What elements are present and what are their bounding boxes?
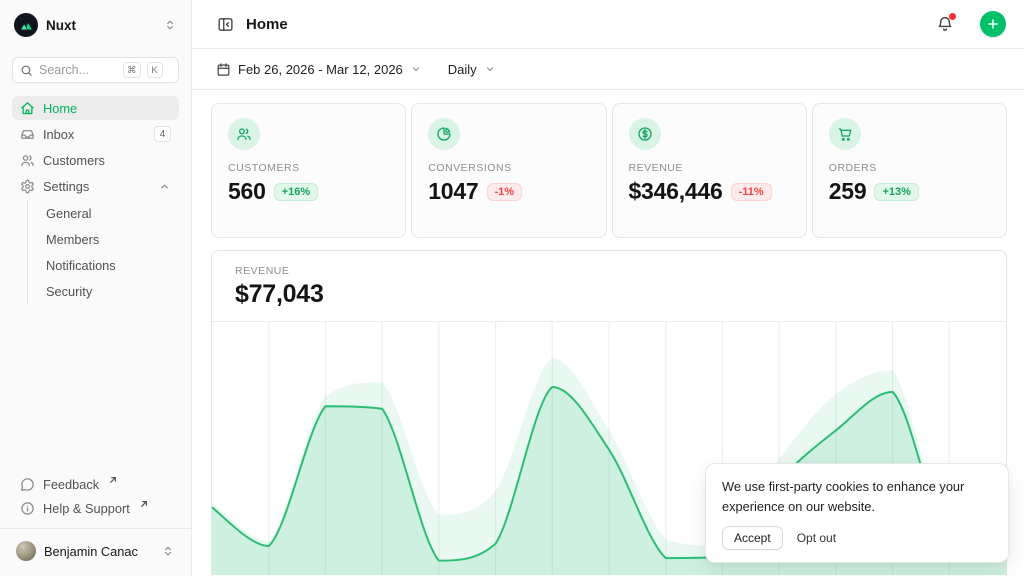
kbd-k: K xyxy=(147,62,163,78)
workspace-switcher[interactable]: Nuxt xyxy=(12,12,179,38)
sidebar-item-customers[interactable]: Customers xyxy=(12,148,179,172)
pie-chart-icon xyxy=(428,118,460,150)
calendar-icon xyxy=(216,62,231,77)
kbd-cmd: ⌘ xyxy=(123,62,141,78)
info-circle-icon xyxy=(20,501,35,516)
dollar-circle-icon xyxy=(629,118,661,150)
nuxt-logo-icon xyxy=(14,13,38,37)
chevrons-up-down-icon xyxy=(161,544,175,558)
granularity-select[interactable]: Daily xyxy=(448,62,496,77)
shopping-cart-icon xyxy=(829,118,861,150)
stat-label: CONVERSIONS xyxy=(428,162,589,174)
stat-card-revenue[interactable]: REVENUE $346,446 -11% xyxy=(612,103,807,238)
chevron-down-icon xyxy=(410,63,422,75)
add-button[interactable] xyxy=(980,11,1006,37)
stat-delta-badge: +13% xyxy=(874,183,918,201)
plus-icon xyxy=(986,17,1000,31)
stat-value: 1047 xyxy=(428,178,478,205)
chevrons-up-down-icon xyxy=(163,18,177,32)
external-link-icon xyxy=(109,476,117,484)
sidebar-item-settings[interactable]: Settings xyxy=(12,174,179,198)
sidebar-divider xyxy=(0,528,191,529)
chart-value: $77,043 xyxy=(235,280,983,309)
sidebar-item-inbox[interactable]: Inbox 4 xyxy=(12,122,179,146)
gear-icon xyxy=(20,179,35,194)
chat-bubble-icon xyxy=(20,477,35,492)
stat-label: REVENUE xyxy=(629,162,790,174)
stat-card-conversions[interactable]: CONVERSIONS 1047 -1% xyxy=(411,103,606,238)
sidebar-nav: Home Inbox 4 Customers Settings xyxy=(12,96,179,304)
chart-label: REVENUE xyxy=(235,265,983,277)
inbox-count-badge: 4 xyxy=(154,126,171,142)
stat-card-orders[interactable]: ORDERS 259 +13% xyxy=(812,103,1007,238)
sidebar-item-security[interactable]: Security xyxy=(38,278,179,304)
date-range-value: Feb 26, 2026 - Mar 12, 2026 xyxy=(238,62,403,77)
page-header: Home xyxy=(192,0,1024,49)
cookie-message: We use first-party cookies to enhance yo… xyxy=(722,477,992,517)
sidebar-item-general[interactable]: General xyxy=(38,200,179,226)
sidebar-item-notifications[interactable]: Notifications xyxy=(38,252,179,278)
stat-label: CUSTOMERS xyxy=(228,162,389,174)
page-title: Home xyxy=(246,16,924,33)
stat-delta-badge: +16% xyxy=(274,183,318,201)
stat-value: 259 xyxy=(829,178,867,205)
stat-delta-badge: -11% xyxy=(731,183,772,201)
stat-label: ORDERS xyxy=(829,162,990,174)
panel-left-close-icon xyxy=(217,16,234,33)
users-icon xyxy=(228,118,260,150)
optout-cookies-button[interactable]: Opt out xyxy=(795,527,838,549)
sidebar-footer: Feedback Help & Support Benjamin Canac xyxy=(12,472,179,576)
user-menu[interactable]: Benjamin Canac xyxy=(12,531,179,571)
sidebar-item-home[interactable]: Home xyxy=(12,96,179,120)
cookie-consent-banner: We use first-party cookies to enhance yo… xyxy=(705,463,1009,563)
notifications-button[interactable] xyxy=(936,15,954,33)
external-link-icon xyxy=(140,500,148,508)
sidebar: Nuxt ⌘ K Home Inb xyxy=(0,0,192,576)
settings-subnav: General Members Notifications Security xyxy=(27,200,179,304)
stat-value: 560 xyxy=(228,178,266,205)
stat-value: $346,446 xyxy=(629,178,723,205)
chevron-down-icon xyxy=(484,63,496,75)
sidebar-item-help-support[interactable]: Help & Support xyxy=(12,496,179,520)
search-input[interactable] xyxy=(39,63,117,77)
sidebar-item-members[interactable]: Members xyxy=(38,226,179,252)
home-icon xyxy=(20,101,35,116)
workspace-name: Nuxt xyxy=(46,18,155,33)
filters-toolbar: Feb 26, 2026 - Mar 12, 2026 Daily xyxy=(192,49,1024,90)
stat-delta-badge: -1% xyxy=(487,183,523,201)
sidebar-item-feedback[interactable]: Feedback xyxy=(12,472,179,496)
chart-header: REVENUE $77,043 xyxy=(212,251,1006,321)
stat-card-customers[interactable]: CUSTOMERS 560 +16% xyxy=(211,103,406,238)
stats-grid: CUSTOMERS 560 +16% CONVERSIONS 1047 -1% xyxy=(211,103,1007,238)
notification-dot xyxy=(949,13,956,20)
accept-cookies-button[interactable]: Accept xyxy=(722,526,783,550)
user-avatar xyxy=(16,541,36,561)
sidebar-collapse-button[interactable] xyxy=(217,16,234,33)
date-range-picker[interactable]: Feb 26, 2026 - Mar 12, 2026 xyxy=(216,62,422,77)
chevron-up-icon xyxy=(158,180,171,193)
inbox-icon xyxy=(20,127,35,142)
search-input-wrapper[interactable]: ⌘ K xyxy=(12,57,179,83)
search-icon xyxy=(20,64,33,77)
granularity-value: Daily xyxy=(448,62,477,77)
users-icon xyxy=(20,153,35,168)
